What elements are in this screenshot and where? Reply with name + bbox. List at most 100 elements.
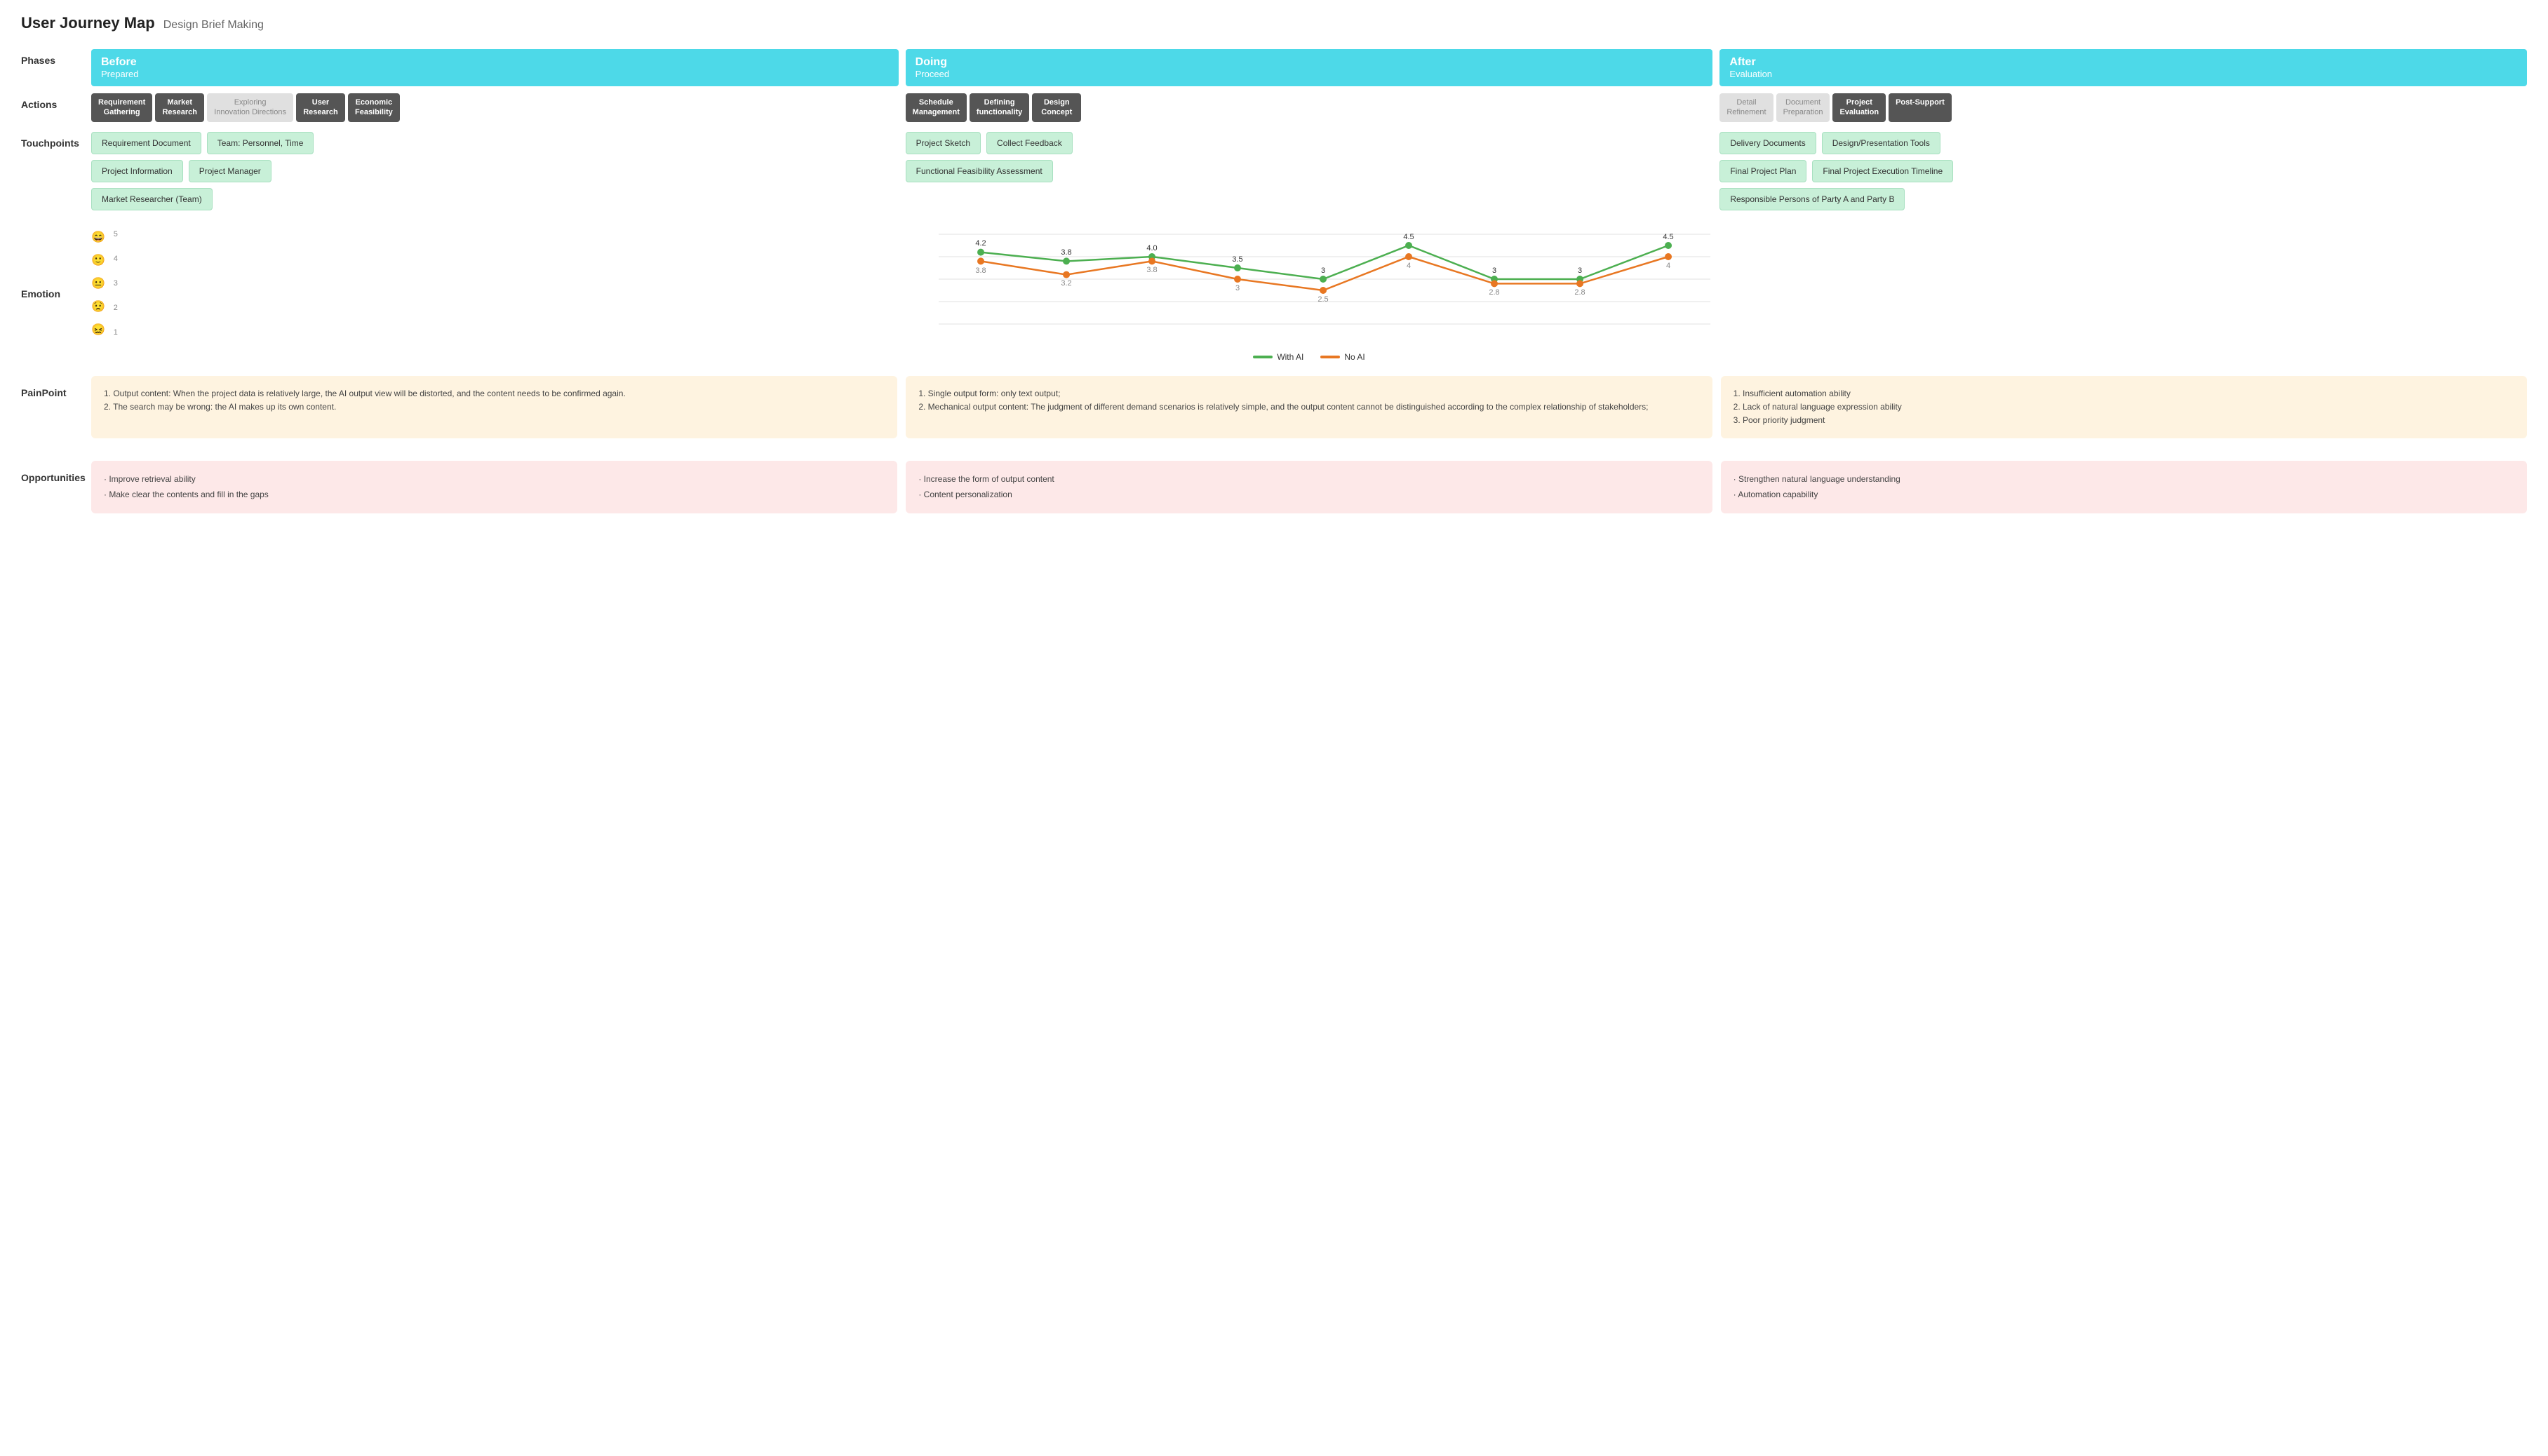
val-noai-4: 2.5	[1317, 295, 1328, 304]
touchpoint-row: Requirement Document Team: Personnel, Tim…	[91, 132, 899, 154]
touchpoints-after: Delivery Documents Design/Presentation To…	[1719, 132, 2527, 210]
phases-label: Phases	[21, 49, 91, 66]
face-4: 🙂	[91, 253, 105, 267]
page-header: User Journey Map Design Brief Making	[21, 14, 2527, 32]
touchpoint-tag: Market Researcher (Team)	[91, 188, 213, 210]
val-noai-3: 3	[1235, 284, 1240, 292]
val-ai-3: 3.5	[1232, 255, 1242, 264]
val-ai-8: 4.5	[1663, 233, 1673, 241]
val-ai-7: 3	[1578, 267, 1582, 275]
touchpoints-doing: Project SketchCollect Feedback Functional…	[906, 132, 1713, 210]
painpoint-card-2: 1. Insufficient automation ability 2. La…	[1721, 376, 2527, 439]
dot-ai-8	[1665, 242, 1672, 249]
touchpoint-tag: Project Sketch	[906, 132, 981, 154]
val-noai-1: 3.2	[1061, 279, 1071, 288]
actions-after: Detail RefinementDocument PreparationPro…	[1719, 93, 2527, 122]
action-tag: Schedule Management	[906, 93, 967, 122]
val-noai-8: 4	[1666, 262, 1670, 270]
action-tag: Document Preparation	[1776, 93, 1830, 122]
painpoint-row: PainPoint 1. Output content: When the pr…	[21, 376, 2527, 450]
face-1: 😖	[91, 323, 105, 337]
touchpoint-tag: Team: Personnel, Time	[207, 132, 314, 154]
touchpoints-label: Touchpoints	[21, 132, 91, 149]
legend-with-ai-label: With AI	[1277, 352, 1303, 362]
face-5: 😄	[91, 230, 105, 244]
val-noai-6: 2.8	[1489, 288, 1499, 297]
action-tag: Requirement Gathering	[91, 93, 152, 122]
opportunities-row: Opportunities · Improve retrieval abilit…	[21, 461, 2527, 513]
emotion-label: Emotion	[21, 283, 91, 299]
dot-noai-4	[1320, 287, 1327, 294]
val-ai-1: 3.8	[1061, 248, 1071, 257]
opportunities-content: · Improve retrieval ability · Make clear…	[91, 461, 2527, 513]
emotion-content: 😄 🙂 😐 😟 😖 5 4 3 2 1	[91, 220, 2527, 362]
opportunity-card-2: · Strengthen natural language understand…	[1721, 461, 2527, 513]
action-tag: Economic Feasibility	[348, 93, 400, 122]
legend-with-ai: With AI	[1253, 352, 1303, 362]
touchpoint-tag: Responsible Persons of Party A and Party…	[1719, 188, 1905, 210]
y-label-4: 4	[114, 255, 118, 263]
opportunity-card-1: · Increase the form of output content · …	[906, 461, 1712, 513]
y-label-3: 3	[114, 279, 118, 288]
val-noai-2: 3.8	[1146, 266, 1157, 274]
action-tag: Market Research	[155, 93, 204, 122]
touchpoints-content: Requirement Document Team: Personnel, Tim…	[91, 132, 2527, 210]
y-label-5: 5	[114, 230, 118, 238]
touchpoint-tag: Project Information	[91, 160, 183, 182]
touchpoint-tag: Delivery Documents	[1719, 132, 1816, 154]
dot-ai-5	[1405, 242, 1412, 249]
val-ai-2: 4.0	[1146, 244, 1157, 252]
actions-doing: Schedule ManagementDefining functionalit…	[906, 93, 1713, 122]
phase-doing-name: Doing	[916, 56, 1703, 69]
y-label-1: 1	[114, 328, 118, 337]
dot-noai-6	[1491, 280, 1498, 287]
action-tag: Design Concept	[1032, 93, 1081, 122]
face-2: 😟	[91, 299, 105, 314]
dot-noai-7	[1576, 280, 1583, 287]
action-tag: Defining functionality	[970, 93, 1029, 122]
touchpoint-tag: Requirement Document	[91, 132, 201, 154]
emotion-legend: With AI No AI	[91, 352, 2527, 362]
phases-row: Phases Before Prepared Doing Proceed Aft…	[21, 49, 2527, 86]
painpoint-card-1: 1. Single output form: only text output;…	[906, 376, 1712, 439]
painpoint-card-0: 1. Output content: When the project data…	[91, 376, 897, 439]
val-ai-5: 4.5	[1403, 233, 1414, 241]
touchpoint-row: Project SketchCollect Feedback	[906, 132, 1713, 154]
val-ai-0: 4.2	[975, 239, 986, 248]
actions-content: Requirement GatheringMarket ResearchExpl…	[91, 93, 2527, 122]
val-noai-7: 2.8	[1574, 288, 1585, 297]
val-ai-4: 3	[1321, 267, 1325, 275]
touchpoint-row: Market Researcher (Team)	[91, 188, 899, 210]
phase-doing: Doing Proceed	[906, 49, 1713, 86]
action-tag: User Research	[296, 93, 345, 122]
phase-after: After Evaluation	[1719, 49, 2527, 86]
touchpoint-row: Final Project Plan Final Project Executio…	[1719, 160, 2527, 182]
phase-before: Before Prepared	[91, 49, 899, 86]
painpoint-label: PainPoint	[21, 376, 91, 398]
actions-row: Actions Requirement GatheringMarket Rese…	[21, 93, 2527, 122]
touchpoint-row: Project Information Project Manager	[91, 160, 899, 182]
opportunity-card-0: · Improve retrieval ability · Make clear…	[91, 461, 897, 513]
touchpoint-tag: Collect Feedback	[986, 132, 1073, 154]
face-3: 😐	[91, 276, 105, 290]
phase-doing-sub: Proceed	[916, 69, 1703, 79]
phase-after-sub: Evaluation	[1729, 69, 2517, 79]
val-noai-0: 3.8	[975, 267, 986, 275]
action-tag: Detail Refinement	[1719, 93, 1773, 122]
action-tag: Project Evaluation	[1832, 93, 1886, 122]
touchpoint-tag: Final Project Execution Timeline	[1812, 160, 1953, 182]
actions-label: Actions	[21, 93, 91, 110]
action-tag: Post-Support	[1889, 93, 1952, 122]
dot-ai-0	[977, 248, 984, 255]
touchpoint-tag: Design/Presentation Tools	[1822, 132, 1940, 154]
touchpoint-tag: Final Project Plan	[1719, 160, 1806, 182]
dot-ai-4	[1320, 276, 1327, 283]
touchpoint-tag: Project Manager	[189, 160, 271, 182]
painpoint-content: 1. Output content: When the project data…	[91, 376, 2527, 439]
touchpoint-tag: Functional Feasibility Assessment	[906, 160, 1053, 182]
dot-noai-0	[977, 257, 984, 264]
phases-content: Before Prepared Doing Proceed After Eval…	[91, 49, 2527, 86]
dot-noai-2	[1148, 257, 1155, 264]
dot-noai-3	[1234, 276, 1241, 283]
opportunities-label: Opportunities	[21, 461, 91, 483]
